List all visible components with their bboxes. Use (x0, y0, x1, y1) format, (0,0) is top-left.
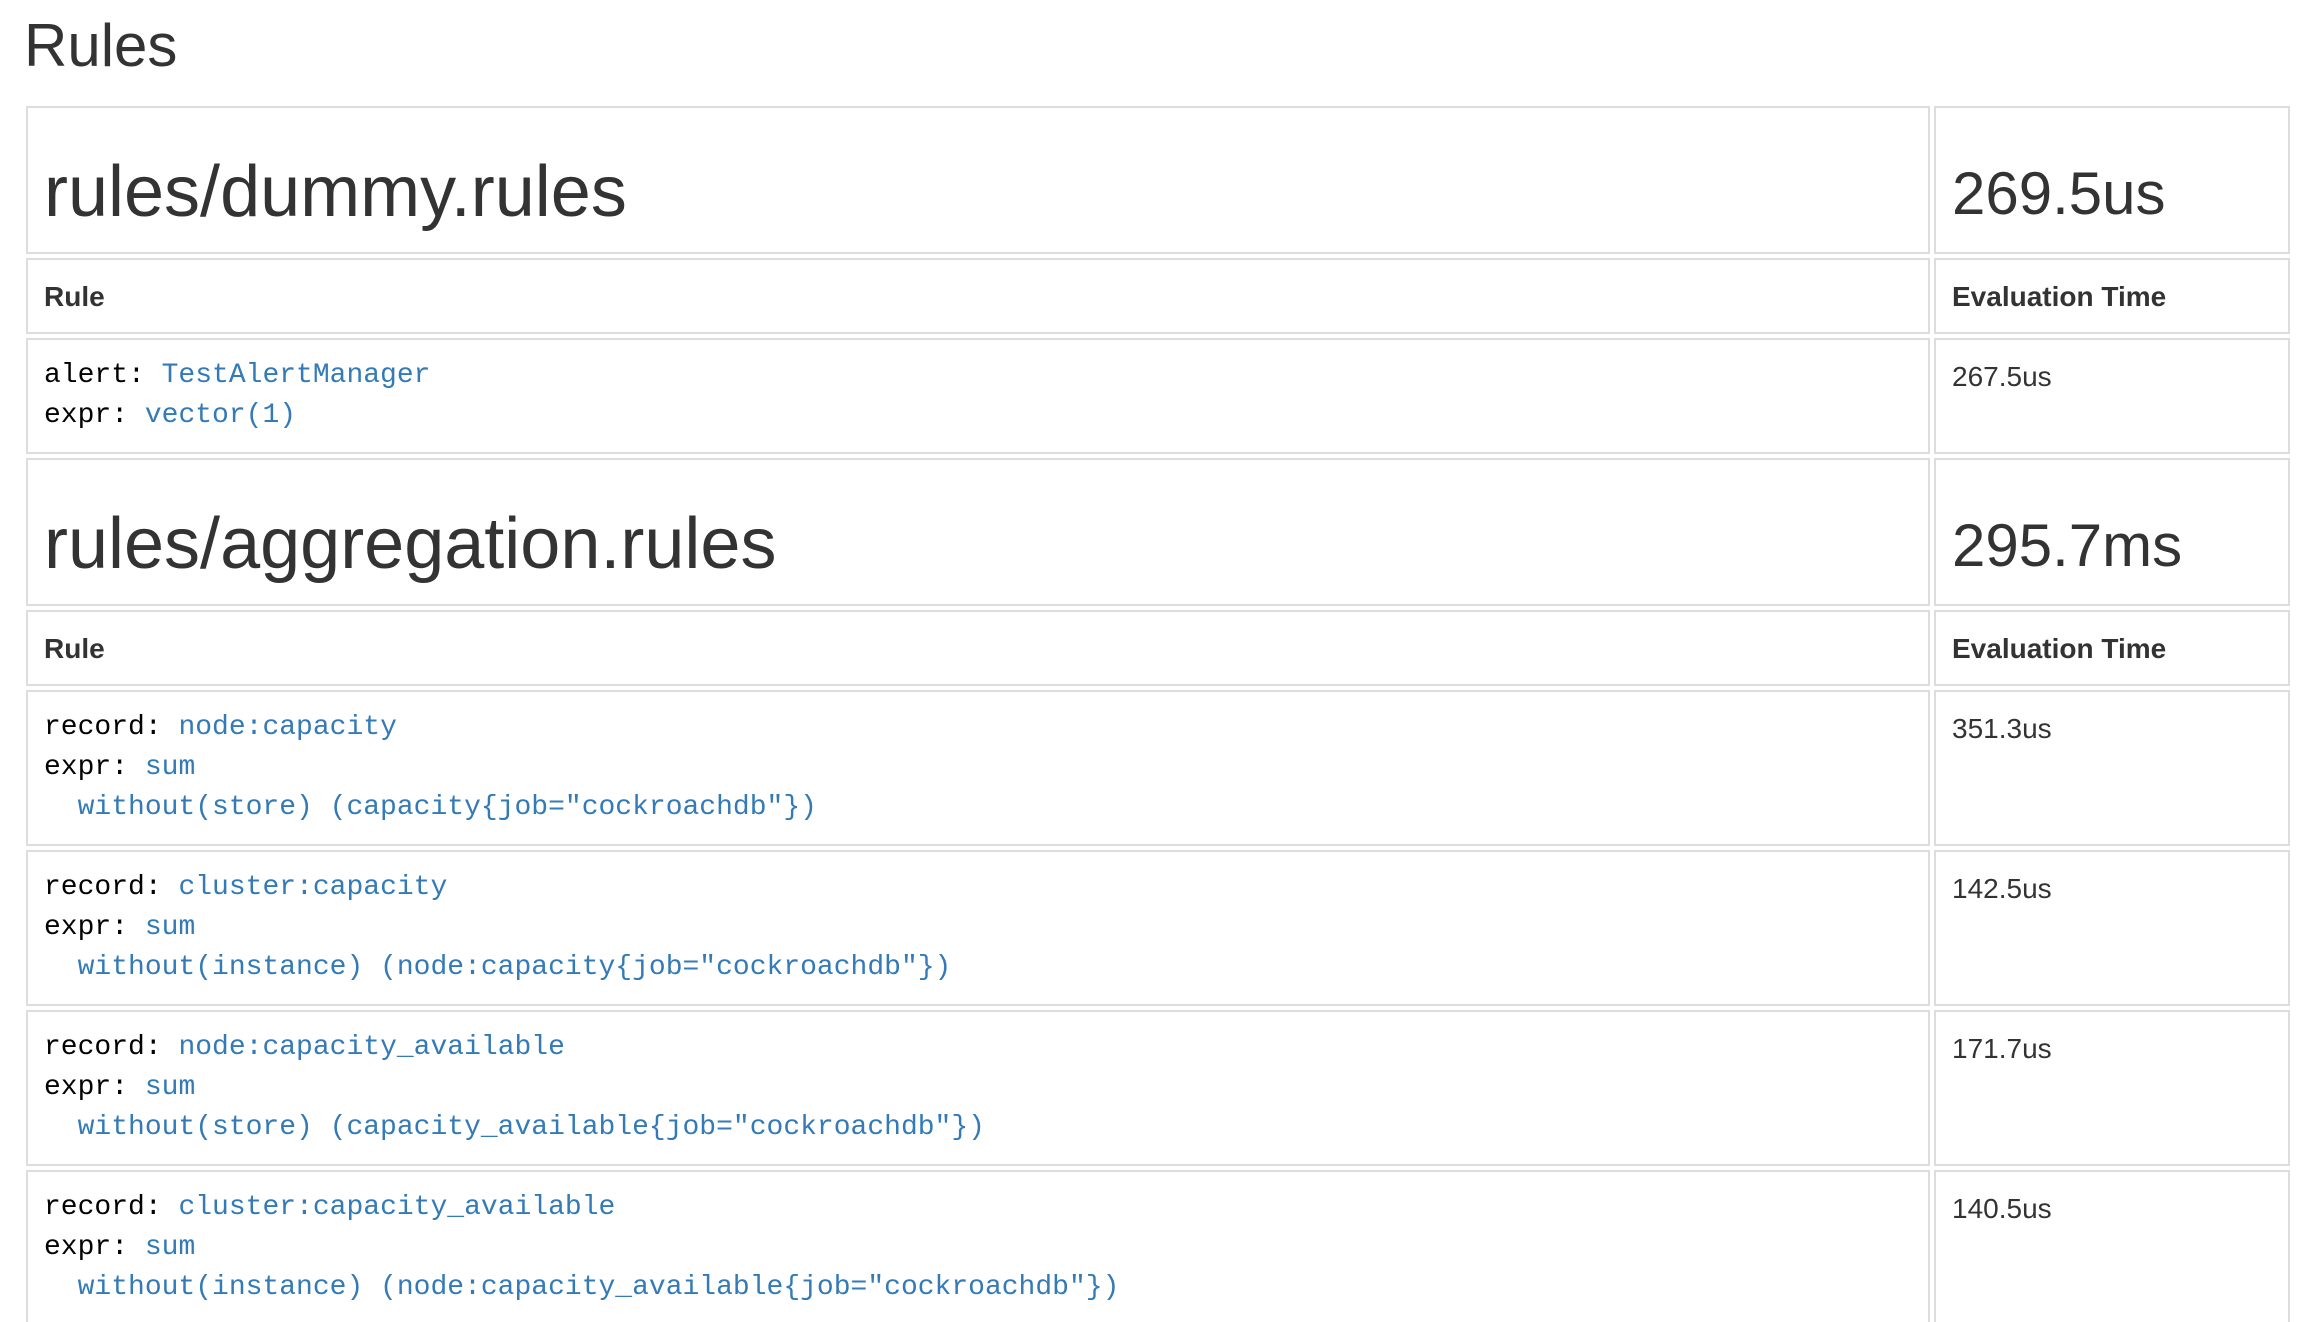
column-header-row: RuleEvaluation Time (26, 258, 2290, 334)
rule-group-eval-time-cell: 269.5us (1934, 106, 2290, 254)
rule-field-label: expr: (44, 912, 145, 944)
rule-group-name-cell: rules/aggregation.rules (26, 458, 1930, 606)
rule-group-name-cell: rules/dummy.rules (26, 106, 1930, 254)
rule-field-label: record: (44, 1032, 178, 1064)
rule-group-eval-time: 295.7ms (1952, 508, 2272, 588)
rule-field-label: expr: (44, 400, 145, 432)
rule-eval-time: 171.7us (1952, 1032, 2052, 1064)
rule-expr-link[interactable]: sum without(store) (capacity{job="cockro… (44, 752, 817, 824)
rule-expr-link[interactable]: vector(1) (145, 400, 296, 432)
rule-group-row: rules/dummy.rules 269.5us (26, 106, 2290, 254)
rule-name-link[interactable]: node:capacity (178, 712, 396, 744)
rule-group-row: rules/aggregation.rules 295.7ms (26, 458, 2290, 606)
rule-group-name: rules/aggregation.rules (44, 504, 1912, 584)
rule-definition-cell: record: cluster:capacity expr: sum witho… (26, 850, 1930, 1006)
rule-field-label: record: (44, 712, 178, 744)
evaluation-time-column-header: Evaluation Time (1934, 610, 2290, 686)
rule-row: record: node:capacity_available expr: su… (26, 1010, 2290, 1166)
rule-name-link[interactable]: cluster:capacity (178, 872, 447, 904)
rules-table: rules/dummy.rules269.5usRuleEvaluation T… (22, 102, 2294, 1322)
rule-code: alert: TestAlertManager expr: vector(1) (44, 356, 1912, 436)
rule-definition-cell: alert: TestAlertManager expr: vector(1) (26, 338, 1930, 454)
rule-definition-cell: record: node:capacity_available expr: su… (26, 1010, 1930, 1166)
rule-group-name: rules/dummy.rules (44, 152, 1912, 232)
rule-expr-link[interactable]: sum without(instance) (node:capacity{job… (44, 912, 951, 984)
rule-eval-time: 140.5us (1952, 1192, 2052, 1224)
rule-definition-cell: record: node:capacity expr: sum without(… (26, 690, 1930, 846)
rule-row: record: node:capacity expr: sum without(… (26, 690, 2290, 846)
rule-column-header: Rule (26, 258, 1930, 334)
rule-name-link[interactable]: node:capacity_available (178, 1032, 564, 1064)
rule-eval-time: 267.5us (1952, 360, 2052, 392)
rule-eval-time-cell: 142.5us (1934, 850, 2290, 1006)
page: Rules rules/dummy.rules269.5usRuleEvalua… (0, 12, 2316, 1322)
rule-group-eval-time-cell: 295.7ms (1934, 458, 2290, 606)
rule-field-label: alert: (44, 360, 162, 392)
evaluation-time-column-header: Evaluation Time (1934, 258, 2290, 334)
rule-expr-link[interactable]: sum without(instance) (node:capacity_ava… (44, 1232, 1119, 1304)
rule-field-label: expr: (44, 1232, 145, 1264)
column-header-row: RuleEvaluation Time (26, 610, 2290, 686)
rule-group-eval-time: 269.5us (1952, 156, 2272, 236)
rule-name-link[interactable]: cluster:capacity_available (178, 1192, 615, 1224)
rule-code: record: cluster:capacity_available expr:… (44, 1188, 1912, 1308)
rule-field-label: record: (44, 872, 178, 904)
rule-eval-time: 351.3us (1952, 712, 2052, 744)
rule-row: alert: TestAlertManager expr: vector(1) 2… (26, 338, 2290, 454)
rule-eval-time-cell: 140.5us (1934, 1170, 2290, 1322)
rule-code: record: node:capacity expr: sum without(… (44, 708, 1912, 828)
rule-row: record: cluster:capacity_available expr:… (26, 1170, 2290, 1322)
rule-field-label: record: (44, 1192, 178, 1224)
rule-code: record: cluster:capacity expr: sum witho… (44, 868, 1912, 988)
rule-eval-time: 142.5us (1952, 872, 2052, 904)
rule-code: record: node:capacity_available expr: su… (44, 1028, 1912, 1148)
rule-eval-time-cell: 171.7us (1934, 1010, 2290, 1166)
page-title: Rules (24, 12, 2316, 84)
rule-expr-link[interactable]: sum without(store) (capacity_available{j… (44, 1072, 985, 1144)
rule-column-header: Rule (26, 610, 1930, 686)
rule-field-label: expr: (44, 1072, 145, 1104)
rules-container: Rules rules/dummy.rules269.5usRuleEvalua… (0, 12, 2316, 1322)
rule-definition-cell: record: cluster:capacity_available expr:… (26, 1170, 1930, 1322)
rule-field-label: expr: (44, 752, 145, 784)
rule-name-link[interactable]: TestAlertManager (162, 360, 431, 392)
rule-row: record: cluster:capacity expr: sum witho… (26, 850, 2290, 1006)
rule-eval-time-cell: 351.3us (1934, 690, 2290, 846)
rule-eval-time-cell: 267.5us (1934, 338, 2290, 454)
